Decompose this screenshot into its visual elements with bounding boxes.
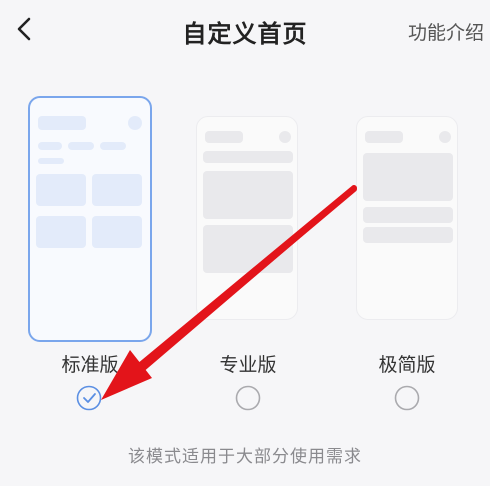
preview-block: [203, 225, 293, 273]
preview-block: [36, 174, 86, 206]
preview-block: [38, 116, 86, 130]
preview-block: [100, 142, 126, 150]
preview-block: [36, 216, 86, 248]
radio-standard[interactable]: [76, 385, 102, 411]
preview-block: [363, 227, 453, 243]
mode-label-minimal: 极简版: [378, 354, 436, 376]
empty-circle-icon: [394, 385, 420, 411]
preview-block: [38, 142, 62, 150]
preview-avatar: [128, 116, 142, 130]
preview-block: [92, 216, 142, 248]
preview-block: [92, 174, 142, 206]
preview-block: [363, 153, 453, 201]
preview-block: [363, 207, 453, 223]
preview-block: [68, 142, 94, 150]
preview-avatar: [439, 131, 451, 143]
preview-block: [203, 151, 293, 163]
radio-minimal[interactable]: [394, 385, 420, 411]
preview-avatar: [279, 131, 291, 143]
mode-card-standard[interactable]: [28, 96, 152, 342]
radio-professional[interactable]: [235, 385, 261, 411]
preview-block: [205, 131, 243, 143]
mode-label-standard: 标准版: [61, 354, 119, 376]
feature-intro-link[interactable]: 功能介绍: [408, 18, 484, 45]
empty-circle-icon: [235, 385, 261, 411]
top-bar: 自定义首页 功能介绍: [0, 0, 490, 60]
preview-block: [38, 158, 64, 164]
checked-circle-icon: [76, 385, 102, 411]
mode-card-professional[interactable]: [196, 116, 298, 320]
preview-block: [365, 131, 403, 143]
mode-card-minimal[interactable]: [356, 116, 458, 320]
mode-label-professional: 专业版: [219, 354, 277, 376]
preview-block: [203, 171, 293, 219]
mode-description: 该模式适用于大部分使用需求: [128, 447, 362, 467]
